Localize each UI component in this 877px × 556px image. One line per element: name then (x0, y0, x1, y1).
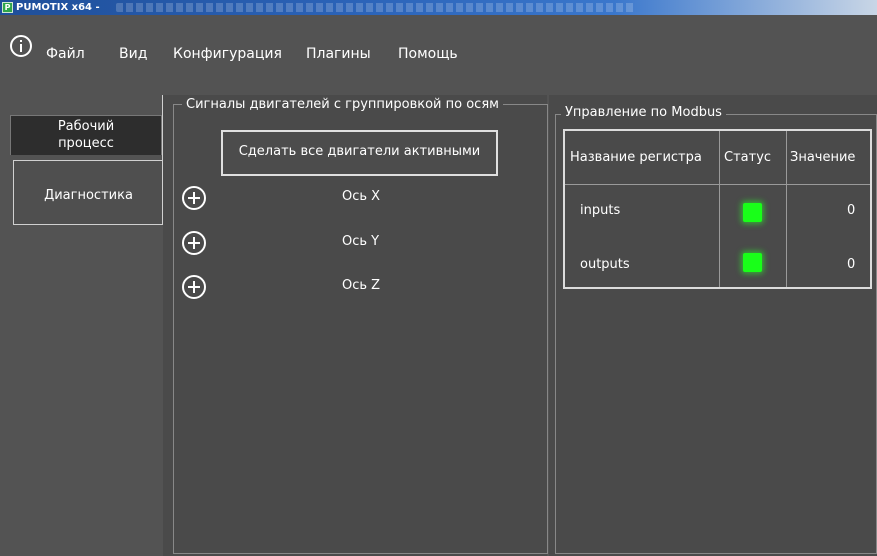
axis-row-x: Ось X (182, 186, 532, 212)
axis-row-z: Ось Z (182, 275, 532, 301)
axis-label: Ось Z (342, 278, 381, 293)
menu-plugins[interactable]: Плагины (306, 46, 371, 62)
column-header-status: Статус (724, 150, 772, 165)
menu-configuration[interactable]: Конфигурация (173, 46, 282, 62)
expand-plus-icon[interactable] (182, 275, 206, 299)
axis-row-y: Ось Y (182, 231, 532, 257)
expand-plus-icon[interactable] (182, 231, 206, 255)
register-name-outputs: outputs (580, 257, 630, 272)
status-led-icon (743, 253, 762, 272)
modbus-table: Название регистра Статус Значение inputs… (563, 129, 872, 289)
window-title-path (116, 3, 636, 12)
axis-label: Ось Y (342, 234, 380, 249)
motors-group-title: Сигналы двигателей с группировкой по ося… (182, 97, 503, 112)
tab-diagnostics-label: Диагностика (44, 188, 133, 203)
window-title: PUMOTIX x64 - (16, 2, 100, 13)
column-divider (719, 131, 720, 287)
register-value-outputs: 0 (847, 257, 856, 272)
modbus-group-title: Управление по Modbus (561, 105, 726, 120)
menu-view[interactable]: Вид (119, 46, 147, 62)
expand-plus-icon[interactable] (182, 186, 206, 210)
register-value-inputs: 0 (847, 203, 856, 218)
activate-all-motors-button[interactable]: Сделать все двигатели активными (221, 130, 498, 176)
tab-workflow[interactable]: Рабочий процесс (10, 115, 162, 155)
axis-label: Ось X (342, 189, 381, 204)
title-bar: P PUMOTIX x64 - (0, 0, 877, 15)
app-icon: P (2, 2, 13, 13)
menu-help[interactable]: Помощь (398, 46, 458, 62)
status-led-icon (743, 203, 762, 222)
register-name-inputs: inputs (580, 203, 621, 218)
menu-file[interactable]: Файл (46, 46, 85, 62)
tab-workflow-label-line2: процесс (58, 136, 114, 151)
column-header-register-name: Название регистра (570, 150, 702, 165)
column-header-value: Значение (790, 150, 856, 165)
tab-workflow-label-line1: Рабочий (57, 119, 115, 134)
column-divider (786, 131, 787, 287)
tab-diagnostics[interactable]: Диагностика (13, 160, 163, 225)
info-icon[interactable] (10, 35, 32, 57)
